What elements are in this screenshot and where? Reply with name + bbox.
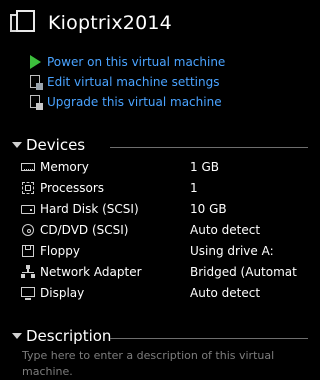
device-name: Hard Disk (SCSI) bbox=[40, 201, 139, 216]
device-value: Using drive A: bbox=[190, 243, 274, 258]
upgrade-icon bbox=[28, 94, 44, 110]
collapse-triangle-icon[interactable] bbox=[12, 142, 22, 148]
processor-icon bbox=[20, 181, 36, 195]
virtual-machine-icon bbox=[10, 10, 36, 36]
edit-settings-label[interactable]: Edit virtual machine settings bbox=[47, 75, 219, 89]
device-value: 10 GB bbox=[190, 201, 227, 216]
devices-divider bbox=[110, 147, 308, 148]
device-name: Floppy bbox=[40, 243, 80, 258]
description-title: Description bbox=[26, 327, 112, 345]
device-name: Memory bbox=[40, 159, 89, 174]
device-name: Display bbox=[40, 285, 85, 300]
device-row-network-adapter[interactable]: Network Adapter Bridged (Automat... bbox=[20, 261, 308, 282]
floppy-icon bbox=[20, 244, 36, 258]
device-value: 1 GB bbox=[190, 159, 219, 174]
upgrade-label[interactable]: Upgrade this virtual machine bbox=[47, 95, 222, 109]
edit-settings-action[interactable]: Edit virtual machine settings bbox=[28, 72, 225, 92]
hard-disk-icon bbox=[20, 202, 36, 216]
device-row-hard-disk[interactable]: Hard Disk (SCSI) 10 GB bbox=[20, 198, 308, 219]
collapse-triangle-icon[interactable] bbox=[12, 333, 22, 339]
device-value: Auto detect bbox=[190, 222, 261, 237]
device-row-memory[interactable]: Memory 1 GB bbox=[20, 156, 308, 177]
edit-settings-icon bbox=[28, 74, 44, 90]
device-name: Processors bbox=[40, 180, 105, 195]
power-on-icon bbox=[28, 54, 44, 70]
device-value: Bridged (Automat... bbox=[190, 264, 298, 279]
description-input[interactable]: Type here to enter a description of this… bbox=[22, 348, 292, 380]
cd-dvd-icon bbox=[20, 223, 36, 237]
devices-title: Devices bbox=[26, 136, 86, 154]
power-on-label[interactable]: Power on this virtual machine bbox=[47, 55, 225, 69]
device-row-floppy[interactable]: Floppy Using drive A: bbox=[20, 240, 308, 261]
devices-section-toggle[interactable]: Devices bbox=[12, 136, 85, 154]
device-value: Auto detect bbox=[190, 285, 261, 300]
vm-actions: Power on this virtual machine Edit virtu… bbox=[28, 52, 225, 112]
device-value: 1 bbox=[190, 180, 198, 195]
device-row-cd-dvd[interactable]: CD/DVD (SCSI) Auto detect bbox=[20, 219, 308, 240]
device-row-processors[interactable]: Processors 1 bbox=[20, 177, 308, 198]
device-row-display[interactable]: Display Auto detect bbox=[20, 282, 308, 303]
network-adapter-icon bbox=[20, 264, 36, 279]
device-name: CD/DVD (SCSI) bbox=[40, 222, 129, 237]
display-icon bbox=[20, 286, 36, 300]
devices-list: Memory 1 GB Processors 1 Hard Disk (SCSI… bbox=[20, 156, 308, 303]
vm-header: Kioptrix2014 bbox=[10, 8, 172, 38]
device-name: Network Adapter bbox=[40, 264, 142, 279]
description-section-toggle[interactable]: Description bbox=[12, 327, 111, 345]
upgrade-action[interactable]: Upgrade this virtual machine bbox=[28, 92, 225, 112]
memory-icon bbox=[20, 160, 36, 174]
vm-title: Kioptrix2014 bbox=[48, 12, 172, 34]
description-divider bbox=[110, 338, 308, 339]
power-on-action[interactable]: Power on this virtual machine bbox=[28, 52, 225, 72]
